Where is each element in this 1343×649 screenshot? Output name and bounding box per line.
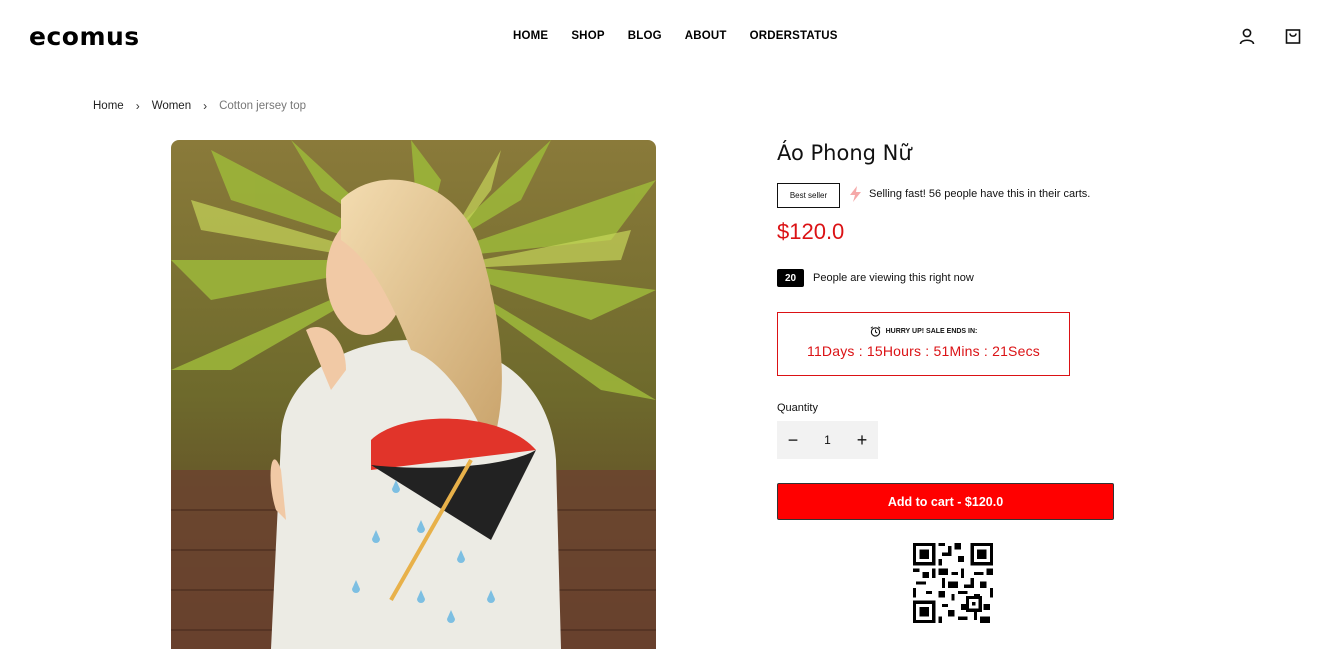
qr-code: [913, 543, 993, 623]
breadcrumb-separator: ›: [135, 99, 140, 113]
product-photo: [171, 140, 656, 649]
quantity-stepper: − 1 +: [777, 421, 878, 459]
nav-shop[interactable]: SHOP: [571, 29, 604, 43]
product-price: $120.0: [777, 219, 845, 244]
viewers-notice: 20 People are viewing this right now: [777, 269, 974, 287]
product-title: Áo Phong Nữ: [777, 141, 912, 165]
logo[interactable]: ecomus: [29, 23, 140, 51]
nav-home[interactable]: HOME: [513, 29, 548, 43]
nav-about[interactable]: ABOUT: [685, 29, 727, 43]
breadcrumb-home[interactable]: Home: [93, 100, 124, 112]
cart-icon[interactable]: [1284, 27, 1302, 45]
breadcrumb-separator: ›: [203, 99, 208, 113]
countdown-label: HURRY UP! SALE ENDS IN:: [885, 328, 978, 335]
site-header: ecomus HOME SHOP BLOG ABOUT ORDERSTATUS: [0, 0, 1343, 72]
main-nav: HOME SHOP BLOG ABOUT ORDERSTATUS: [513, 29, 861, 43]
selling-fast-text: Selling fast! 56 people have this in the…: [869, 188, 1091, 200]
nav-orderstatus[interactable]: ORDERSTATUS: [750, 29, 838, 43]
countdown-header: HURRY UP! SALE ENDS IN:: [778, 326, 1069, 337]
best-seller-badge: Best seller: [777, 183, 840, 208]
viewers-text: People are viewing this right now: [813, 272, 974, 284]
quantity-minus-button[interactable]: −: [786, 431, 800, 449]
sale-countdown: HURRY UP! SALE ENDS IN: 11Days : 15Hours…: [777, 312, 1070, 376]
add-to-cart-button[interactable]: Add to cart - $120.0: [777, 483, 1114, 520]
quantity-value[interactable]: 1: [824, 433, 831, 447]
quantity-label: Quantity: [777, 402, 818, 414]
quantity-plus-button[interactable]: +: [855, 431, 869, 449]
viewers-count: 20: [777, 269, 804, 287]
breadcrumb-women[interactable]: Women: [152, 100, 191, 112]
alarm-clock-icon: [870, 326, 881, 337]
selling-fast-notice: Selling fast! 56 people have this in the…: [849, 186, 1090, 202]
nav-blog[interactable]: BLOG: [628, 29, 662, 43]
breadcrumb: Home › Women › Cotton jersey top: [93, 99, 306, 113]
product-image[interactable]: [171, 140, 656, 649]
lightning-icon: [850, 186, 861, 202]
breadcrumb-current: Cotton jersey top: [219, 100, 307, 112]
countdown-time: 11Days : 15Hours : 51Mins : 21Secs: [807, 343, 1040, 359]
user-icon[interactable]: [1238, 27, 1256, 45]
